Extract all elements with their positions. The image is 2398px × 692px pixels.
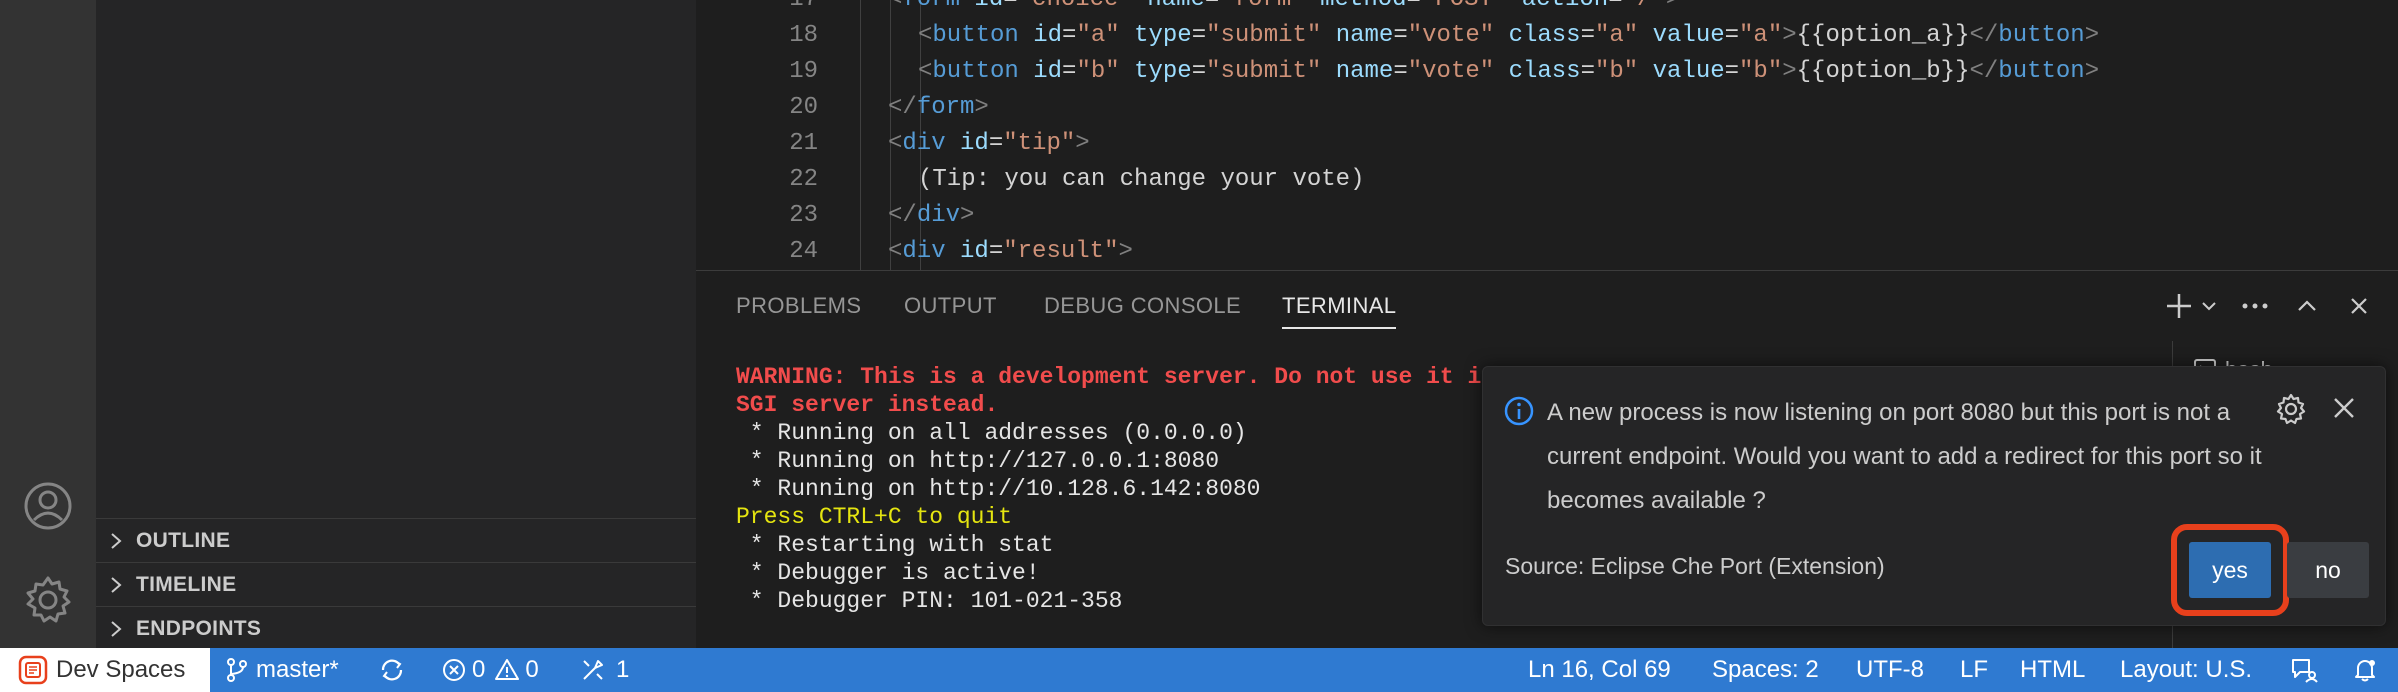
code-text: <div id="tip"> <box>888 130 1090 157</box>
add-terminal-icon[interactable] <box>2162 289 2196 323</box>
yes-button[interactable]: yes <box>2189 542 2271 598</box>
code-line: 18 <button id="a" type="submit" name="vot… <box>696 18 2398 54</box>
notifications-bell-icon[interactable] <box>2352 648 2378 692</box>
line-number: 17 <box>696 0 818 18</box>
line-number: 18 <box>789 22 818 49</box>
status-bar: Dev Spaces master* 0 0 1 Ln 16, Col 69 S… <box>0 648 2398 692</box>
code-text: <button id="a" type="submit" name="vote"… <box>918 22 2100 49</box>
tab-problems[interactable]: PROBLEMS <box>736 271 861 341</box>
terminal-line: * Running on http://10.128.6.142:8080 <box>736 476 1261 502</box>
maximize-panel-icon[interactable] <box>2290 289 2324 323</box>
line-number: 19 <box>789 58 818 85</box>
branch-status[interactable]: master* <box>226 648 339 692</box>
notification-toast: A new process is now listening on port 8… <box>1482 366 2386 626</box>
line-number: 22 <box>789 166 818 193</box>
terminal-line: * Running on http://127.0.0.1:8080 <box>736 448 1220 474</box>
tab-terminal[interactable]: TERMINAL <box>1282 271 1397 341</box>
terminal-line: Press CTRL+C to quit <box>736 504 1013 530</box>
sync-icon[interactable] <box>378 648 406 692</box>
code-line: 20 </form> <box>696 90 2398 126</box>
sidebar-section-timeline[interactable]: TIMELINE <box>96 562 696 607</box>
code-line: 21 <div id="tip"> <box>696 126 2398 162</box>
chevron-right-icon <box>96 619 136 639</box>
line-number: 24 <box>789 238 818 265</box>
no-button[interactable]: no <box>2287 542 2369 598</box>
tab-output[interactable]: OUTPUT <box>904 271 997 341</box>
problems-status[interactable]: 0 0 <box>442 648 539 692</box>
line-number: 23 <box>789 202 818 229</box>
eol-status[interactable]: LF <box>1960 648 1988 692</box>
remote-indicator[interactable]: Dev Spaces <box>0 648 210 692</box>
chevron-down-icon[interactable] <box>2192 289 2226 323</box>
gear-icon[interactable] <box>22 574 74 626</box>
code-text: </form> <box>888 94 989 121</box>
dev-spaces-icon <box>18 655 48 685</box>
git-branch-icon <box>226 657 248 683</box>
terminal-line: WARNING: This is a development server. D… <box>736 364 1482 390</box>
code-line: 22 (Tip: you can change your vote) <box>696 162 2398 198</box>
close-panel-icon[interactable] <box>2342 289 2376 323</box>
code-text: </div> <box>888 202 975 229</box>
info-icon <box>1503 395 1535 432</box>
indentation-status[interactable]: Spaces: 2 <box>1712 648 1819 692</box>
code-text: <div id="result"> <box>888 238 1133 265</box>
sidebar-section-outline[interactable]: OUTLINE <box>96 518 696 563</box>
tab-debug-console[interactable]: DEBUG CONSOLE <box>1044 271 1241 341</box>
panel-tabs: PROBLEMS OUTPUT DEBUG CONSOLE TERMINAL <box>696 271 2398 341</box>
code-line: 23 </div> <box>696 198 2398 234</box>
line-number: 20 <box>789 94 818 121</box>
cursor-position[interactable]: Ln 16, Col 69 <box>1528 648 1671 692</box>
account-icon[interactable] <box>22 480 74 532</box>
code-text: (Tip: you can change your vote) <box>918 166 1365 193</box>
terminal-line: * Debugger PIN: 101-021-358 <box>736 588 1123 614</box>
feedback-icon[interactable] <box>2290 648 2318 692</box>
ports-count: 1 <box>616 656 630 683</box>
sidebar-section-endpoints[interactable]: ENDPOINTS <box>96 606 696 651</box>
sidebar-section-label: OUTLINE <box>136 529 231 552</box>
terminal-line: * Debugger is active! <box>736 560 1040 586</box>
remote-label: Dev Spaces <box>56 656 186 683</box>
terminal-line: * Running on all addresses (0.0.0.0) <box>736 420 1247 446</box>
encoding-status[interactable]: UTF-8 <box>1856 648 1924 692</box>
sidebar-section-label: ENDPOINTS <box>136 617 262 640</box>
terminal-line: * Restarting with stat <box>736 532 1054 558</box>
code-text: <button id="b" type="submit" name="vote"… <box>918 58 2100 85</box>
keyboard-layout[interactable]: Layout: U.S. <box>2120 648 2252 692</box>
notification-source: Source: Eclipse Che Port (Extension) <box>1505 553 1885 579</box>
chevron-right-icon <box>96 575 136 595</box>
ports-icon <box>580 657 606 683</box>
line-number: 21 <box>789 130 818 157</box>
error-icon <box>442 658 466 682</box>
warning-count: 0 <box>525 656 539 683</box>
error-count: 0 <box>472 656 486 683</box>
language-mode[interactable]: HTML <box>2020 648 2085 692</box>
gear-icon[interactable] <box>2275 393 2307 430</box>
close-icon[interactable] <box>2331 395 2357 426</box>
branch-label: master* <box>256 656 339 683</box>
terminal-line: SGI server instead. <box>736 392 999 418</box>
activity-bar <box>0 0 96 648</box>
code-text: <form id="choice" name="form" method="PO… <box>888 0 1680 18</box>
notification-message: A new process is now listening on port 8… <box>1547 399 2262 514</box>
code-line: 17 <form id="choice" name="form" method="… <box>696 0 2398 18</box>
terminal-output[interactable]: WARNING: This is a development server. D… <box>736 363 1481 615</box>
sidebar-section-label: TIMELINE <box>136 573 237 596</box>
code-line: 19 <button id="b" type="submit" name="vot… <box>696 54 2398 90</box>
warning-icon <box>495 658 520 682</box>
chevron-right-icon <box>96 531 136 551</box>
ports-status[interactable]: 1 <box>580 648 629 692</box>
code-line: 24 <div id="result"> <box>696 234 2398 270</box>
more-actions-icon[interactable] <box>2238 289 2272 323</box>
sidebar: OUTLINE TIMELINE ENDPOINTS <box>96 0 696 648</box>
code-editor[interactable]: 17 <form id="choice" name="form" method="… <box>696 0 2398 270</box>
